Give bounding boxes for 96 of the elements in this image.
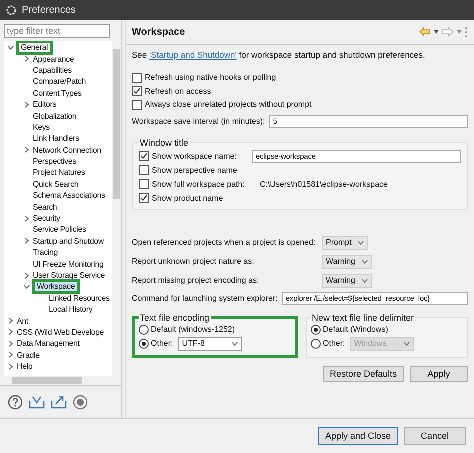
radio-label: Other: [151, 339, 174, 348]
tree-item[interactable]: Appearance [32, 54, 76, 65]
tree-item[interactable]: Workspace [32, 279, 80, 294]
checkbox-label: Refresh on access [145, 86, 212, 96]
collapsed-chevron-icon[interactable] [8, 364, 16, 370]
collapsed-chevron-icon[interactable] [8, 352, 16, 358]
tree-item[interactable]: User Storage Service [32, 270, 106, 281]
radio-label: Default (Windows) [323, 325, 388, 334]
tree-item[interactable]: Globalization [32, 110, 78, 122]
expanded-chevron-icon[interactable] [8, 44, 16, 51]
button[interactable]: Apply and Close [318, 427, 398, 445]
checkbox[interactable] [132, 72, 142, 83]
group-title: Window title [139, 138, 190, 148]
tree-item[interactable]: Project Natures [32, 167, 86, 178]
tree-item[interactable]: Schema Associations [32, 190, 106, 202]
record-icon[interactable] [73, 394, 88, 410]
radio-button[interactable] [311, 324, 321, 334]
checkbox[interactable] [132, 86, 142, 96]
field-label: Report missing project encoding as: [132, 276, 260, 285]
export-icon[interactable] [51, 395, 67, 409]
tree-item[interactable]: Local History [48, 304, 94, 316]
radio-button[interactable] [139, 324, 149, 334]
tree-item[interactable]: Content Types [32, 88, 83, 99]
checkbox[interactable] [139, 165, 149, 175]
checkbox-label: Show full workspace path: [152, 180, 245, 188]
startup-link[interactable]: 'Startup and Shutdown' [150, 50, 237, 60]
checkbox-label: Always close unrelated projects without prompt [145, 100, 312, 110]
button[interactable]: Cancel [404, 427, 466, 445]
checkbox[interactable] [139, 179, 149, 189]
field-label: Report unknown project nature as: [132, 257, 256, 266]
tree-item[interactable]: Data Management [16, 338, 81, 350]
field-label: Workspace save interval (in minutes): [132, 116, 266, 126]
tree-item[interactable]: Link Handlers [32, 133, 80, 144]
collapsed-chevron-icon[interactable] [24, 216, 32, 222]
field-label: Open referenced projects when a project is opened: [132, 238, 317, 247]
checkbox[interactable] [132, 100, 142, 110]
dropdown-caret-icon[interactable] [434, 30, 439, 34]
radio-label: Default (windows-1252) [151, 325, 236, 334]
help-icon[interactable] [8, 394, 23, 410]
chevron-down-icon [404, 342, 410, 346]
group-title: Text file encoding [139, 312, 211, 322]
dropdown[interactable]: UTF-8 [178, 336, 242, 350]
chevron-down-icon [362, 278, 368, 282]
path-text: C:\Users\h01581\eclipse-workspace [260, 180, 388, 188]
tree-item[interactable]: Ant [16, 316, 30, 327]
tree-item[interactable]: Security [32, 213, 62, 224]
group-title: New text file line delimiter [311, 312, 416, 322]
tree-item[interactable]: General [16, 41, 54, 56]
collapsed-chevron-icon[interactable] [8, 329, 16, 336]
tree-item[interactable]: CSS (Wild Web Develope [16, 326, 106, 338]
checkbox-label: Show product name [152, 194, 224, 202]
gear-icon [6, 4, 17, 16]
tree-item[interactable]: Help [16, 361, 34, 372]
checkbox[interactable] [139, 151, 149, 161]
chevron-down-icon [232, 342, 238, 346]
tree-item[interactable]: Compare/Patch [32, 76, 87, 88]
import-icon[interactable] [29, 395, 45, 409]
tree-item[interactable]: Editors [32, 99, 58, 110]
page-title: Workspace [132, 26, 186, 38]
tree-item[interactable]: Linked Resources [48, 292, 111, 304]
button[interactable]: Apply [410, 366, 468, 382]
checkbox-label: Refresh using native hooks or polling [145, 73, 276, 82]
checkbox-label: Show workspace name: [152, 152, 237, 160]
collapsed-chevron-icon[interactable] [8, 318, 16, 324]
intro-text: See 'Startup and Shutdown' for workspace startup and shutdown preferences. [132, 50, 426, 60]
radio-button[interactable] [139, 338, 149, 348]
checkbox-label: Show perspective name [152, 166, 238, 174]
tree-item[interactable]: Startup and Shutdow [32, 236, 105, 247]
tree-item[interactable]: Capabilities [32, 64, 73, 76]
tree-item[interactable]: Quick Search [32, 178, 80, 190]
tree-item[interactable]: Keys [32, 122, 51, 133]
filter-field[interactable]: type filter text [4, 24, 110, 38]
collapsed-chevron-icon[interactable] [24, 56, 32, 62]
dropdown[interactable]: Warning [322, 254, 372, 268]
chevron-down-icon [358, 240, 364, 244]
tree-item[interactable]: Network Connection [32, 144, 102, 156]
tree-item[interactable]: Service Policies [32, 224, 88, 236]
expanded-chevron-icon[interactable] [24, 284, 32, 290]
dropdown[interactable]: Prompt [322, 236, 368, 250]
tree-item[interactable]: Tracing [32, 247, 59, 258]
button[interactable]: Restore Defaults [322, 366, 404, 382]
radio-label: Other: [323, 339, 346, 348]
checkbox[interactable] [139, 193, 149, 203]
field-label: Command for launching system explorer: [132, 294, 278, 302]
tree-item[interactable]: UI Freeze Monitoring [32, 258, 105, 270]
tree-item[interactable]: Gradle [16, 350, 41, 361]
chevron-down-icon [362, 260, 368, 264]
collapsed-chevron-icon[interactable] [24, 102, 32, 108]
tree-item[interactable]: Search [32, 202, 58, 213]
collapsed-chevron-icon[interactable] [24, 238, 32, 244]
collapsed-chevron-icon[interactable] [24, 147, 32, 154]
dropdown[interactable]: Warning [322, 274, 372, 288]
collapsed-chevron-icon[interactable] [24, 272, 32, 278]
collapsed-chevron-icon[interactable] [8, 340, 16, 347]
tree-item[interactable]: Perspectives [32, 156, 78, 168]
window-title: Preferences [22, 4, 76, 16]
